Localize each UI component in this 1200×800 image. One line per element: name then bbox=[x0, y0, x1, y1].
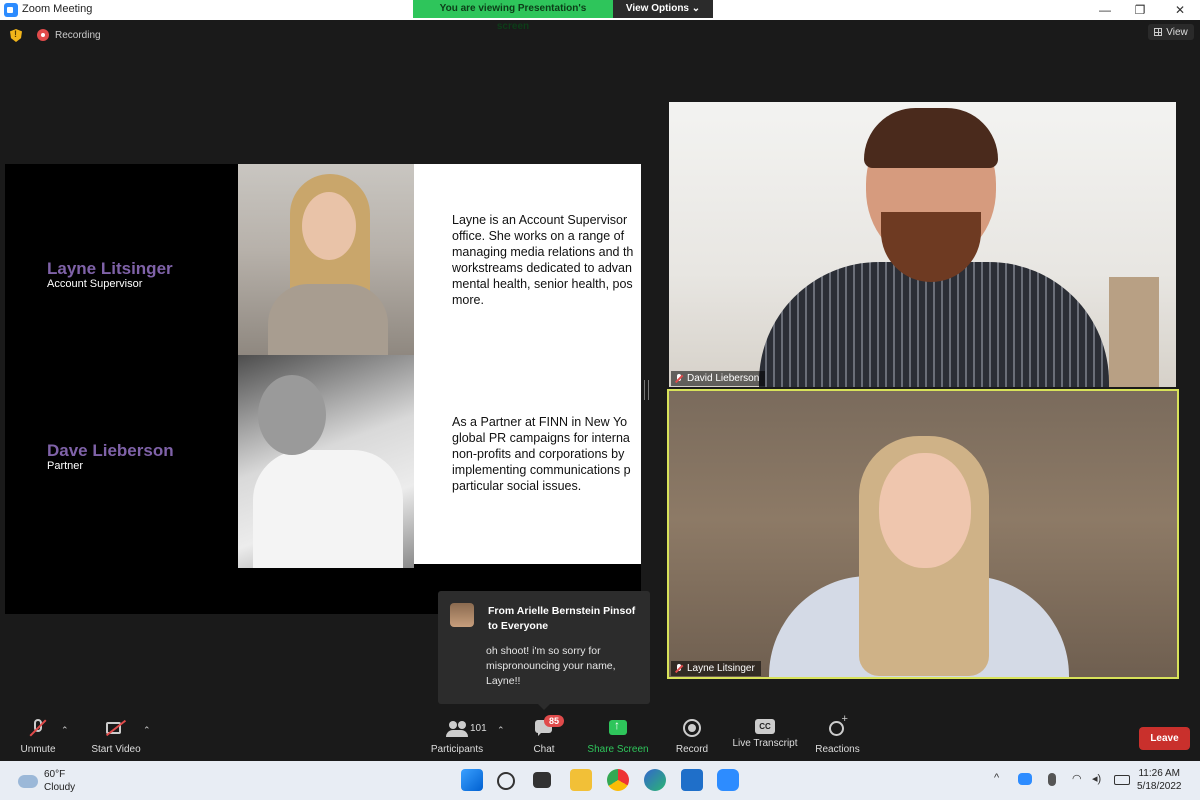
windows-start-icon[interactable] bbox=[461, 769, 483, 791]
chat-button[interactable]: 85 Chat bbox=[530, 715, 565, 755]
microphone-muted-icon bbox=[27, 719, 49, 737]
cloud-icon bbox=[18, 774, 38, 788]
wifi-icon[interactable]: ◠ bbox=[1072, 772, 1082, 785]
bio-line: As a Partner at FINN in New Yo bbox=[452, 415, 628, 429]
participant-name: David Lieberson bbox=[687, 373, 760, 384]
video-tile-layne-active-speaker[interactable]: Layne Litsinger bbox=[667, 389, 1179, 679]
headshot-layne bbox=[238, 164, 414, 355]
video-tile-david[interactable]: David Lieberson bbox=[669, 102, 1176, 387]
bio-line: particular social issues. bbox=[452, 479, 582, 493]
view-options-button[interactable]: View Options ⌄ bbox=[613, 0, 713, 18]
bio-line: workstreams dedicated to advan bbox=[452, 261, 632, 275]
record-button[interactable]: Record bbox=[675, 719, 709, 755]
clock-date: 5/18/2022 bbox=[1137, 781, 1182, 792]
slide-person-role: Partner bbox=[47, 460, 84, 472]
share-screen-button[interactable]: Share Screen bbox=[587, 718, 649, 755]
participants-count: 101 bbox=[470, 723, 487, 734]
window-title: Zoom Meeting bbox=[22, 3, 93, 15]
headshot-dave bbox=[238, 355, 414, 568]
bio-line: more. bbox=[452, 293, 484, 307]
participants-options-chevron-icon[interactable]: ⌃ bbox=[497, 725, 505, 736]
bio-panel: Layne is an Account Supervisor office. S… bbox=[414, 164, 641, 564]
share-screen-icon bbox=[607, 718, 629, 737]
reactions-button[interactable]: Reactions bbox=[815, 713, 860, 755]
grid-icon bbox=[1154, 28, 1163, 36]
record-dot-icon bbox=[37, 29, 49, 41]
security-shield-icon[interactable] bbox=[10, 29, 22, 42]
start-video-button[interactable]: Start Video bbox=[88, 719, 144, 755]
mic-off-icon bbox=[675, 373, 683, 384]
zoom-taskbar-icon[interactable] bbox=[717, 769, 739, 791]
shared-screen-slide: Layne Litsinger Account Supervisor Dave … bbox=[5, 164, 641, 614]
participants-label: Participants bbox=[430, 744, 484, 755]
bio-line: office. She works on a range of bbox=[452, 229, 625, 243]
reactions-label: Reactions bbox=[815, 744, 860, 755]
microphone-tray-icon[interactable] bbox=[1048, 773, 1056, 786]
participant-name: Layne Litsinger bbox=[687, 663, 755, 674]
unmute-button[interactable]: Unmute bbox=[18, 719, 58, 755]
mic-off-icon bbox=[675, 663, 683, 674]
camera-off-icon bbox=[105, 719, 127, 737]
live-transcript-button[interactable]: CC Live Transcript bbox=[731, 719, 799, 749]
leave-button[interactable]: Leave bbox=[1139, 727, 1190, 750]
chat-unread-badge: 85 bbox=[544, 715, 565, 727]
chat-notification-popup[interactable]: From Arielle Bernstein Pinsof to Everyon… bbox=[438, 591, 650, 710]
share-banner: You are viewing Presentation's screen Vi… bbox=[413, 0, 713, 32]
maximize-button[interactable]: ❐ bbox=[1125, 0, 1155, 20]
recording-indicator[interactable]: Recording bbox=[37, 29, 101, 41]
unmute-label: Unmute bbox=[20, 744, 56, 755]
os-taskbar: 60°F Cloudy ^ ◠ ◂) 11:26 AM 5/18/2022 bbox=[0, 761, 1200, 800]
task-view-icon[interactable] bbox=[533, 772, 551, 788]
recording-label: Recording bbox=[55, 29, 101, 41]
smiley-reactions-icon bbox=[827, 713, 849, 737]
chat-sender: From Arielle Bernstein Pinsof to Everyon… bbox=[488, 605, 636, 632]
slide-person-name: Dave Lieberson bbox=[47, 441, 174, 460]
participants-button[interactable]: 101 Participants bbox=[428, 719, 487, 755]
minimize-button[interactable]: — bbox=[1090, 0, 1120, 20]
participants-icon bbox=[446, 719, 468, 737]
weather-widget[interactable]: 60°F Cloudy bbox=[18, 768, 75, 794]
closed-captions-icon: CC bbox=[755, 719, 775, 734]
view-label: View bbox=[1166, 26, 1188, 38]
weather-temperature: 60°F bbox=[44, 769, 66, 780]
share-screen-label: Share Screen bbox=[587, 744, 649, 755]
bio-line: non-profits and corporations by bbox=[452, 447, 625, 461]
meeting-toolbar: Unmute ⌃ Start Video ⌃ 101 Participants … bbox=[0, 713, 1200, 761]
file-explorer-icon[interactable] bbox=[570, 769, 592, 791]
close-button[interactable]: ✕ bbox=[1165, 0, 1195, 20]
participant-name-tag: Layne Litsinger bbox=[671, 661, 761, 676]
view-button[interactable]: View bbox=[1148, 24, 1194, 40]
chat-label: Chat bbox=[533, 744, 555, 755]
video-options-chevron-icon[interactable]: ⌃ bbox=[143, 725, 151, 736]
record-label: Record bbox=[675, 744, 709, 755]
participant-name-tag: David Lieberson bbox=[671, 371, 766, 386]
live-transcript-label: Live Transcript bbox=[732, 738, 798, 749]
bio-line: global PR campaigns for interna bbox=[452, 431, 630, 445]
bio-line: managing media relations and th bbox=[452, 245, 634, 259]
audio-options-chevron-icon[interactable]: ⌃ bbox=[61, 725, 69, 736]
edge-icon[interactable] bbox=[644, 769, 666, 791]
start-video-label: Start Video bbox=[91, 744, 141, 755]
slide-person-role: Account Supervisor bbox=[47, 278, 143, 290]
clock-time: 11:26 AM bbox=[1138, 768, 1180, 779]
slide-person-name: Layne Litsinger bbox=[47, 259, 173, 278]
viewing-screen-label: You are viewing Presentation's screen bbox=[413, 0, 613, 32]
system-clock[interactable]: 11:26 AM 5/18/2022 bbox=[1137, 767, 1182, 793]
outlook-icon[interactable] bbox=[681, 769, 703, 791]
volume-icon[interactable]: ◂) bbox=[1092, 772, 1101, 785]
bio-line: Layne is an Account Supervisor bbox=[452, 213, 628, 227]
chat-message: oh shoot! i'm so sorry for mispronouncin… bbox=[486, 645, 616, 687]
battery-icon[interactable] bbox=[1114, 775, 1130, 785]
weather-condition: Cloudy bbox=[44, 782, 76, 793]
chrome-icon[interactable] bbox=[607, 769, 629, 791]
bio-line: mental health, senior health, pos bbox=[452, 277, 633, 291]
zoom-app-icon bbox=[4, 3, 18, 17]
record-icon bbox=[681, 719, 703, 737]
bio-line: implementing communications p bbox=[452, 463, 631, 477]
show-hidden-icons-chevron-icon[interactable]: ^ bbox=[994, 772, 999, 784]
search-icon[interactable] bbox=[497, 772, 515, 790]
zoom-tray-icon[interactable] bbox=[1018, 773, 1032, 785]
split-view-resize-handle[interactable] bbox=[644, 380, 649, 400]
sender-avatar bbox=[450, 603, 474, 627]
